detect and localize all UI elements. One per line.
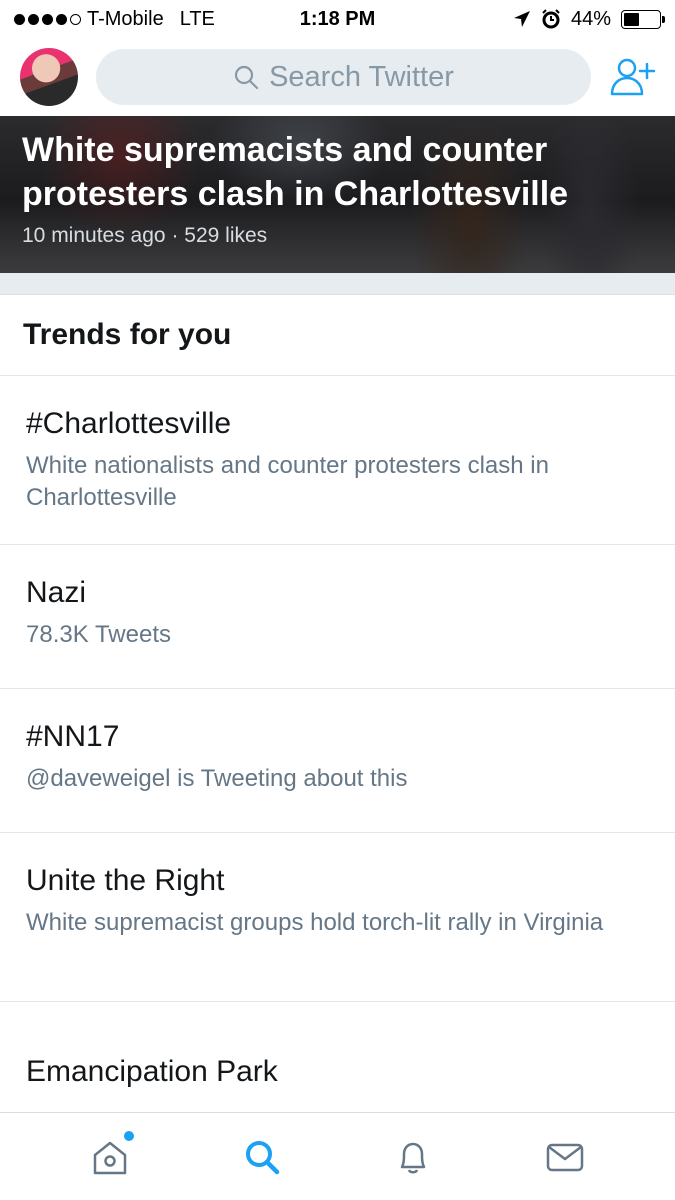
tab-home[interactable] bbox=[88, 1130, 134, 1179]
trend-name: #NN17 bbox=[26, 720, 120, 753]
trend-name: Emancipation Park bbox=[26, 1055, 278, 1088]
add-user-icon[interactable] bbox=[609, 54, 655, 100]
trend-description: White nationalists and counter protester… bbox=[26, 452, 549, 511]
trend-name: Nazi bbox=[26, 576, 87, 609]
tab-bar bbox=[0, 1112, 675, 1200]
trend-description: @daveweigel is Tweeting about this bbox=[26, 765, 408, 792]
trends-heading: Trends for you bbox=[0, 296, 675, 376]
tab-search[interactable] bbox=[240, 1135, 284, 1179]
trend-item[interactable]: Unite the Right White supremacist groups… bbox=[0, 833, 675, 1002]
status-left: T-Mobile LTE bbox=[14, 8, 215, 31]
trend-item[interactable]: #NN17 @daveweigel is Tweeting about this bbox=[0, 689, 675, 833]
location-arrow-icon bbox=[513, 11, 530, 27]
messages-icon bbox=[546, 1143, 584, 1171]
hero-title: White supremacists and counter protester… bbox=[22, 131, 569, 213]
hero-time: 10 minutes ago bbox=[22, 224, 166, 247]
search-placeholder: Search Twitter bbox=[269, 60, 454, 93]
clock: 1:18 PM bbox=[299, 7, 376, 30]
news-hero-card[interactable]: White supremacists and counter protester… bbox=[0, 116, 675, 273]
section-divider bbox=[0, 273, 675, 295]
tab-notifications[interactable] bbox=[391, 1135, 435, 1179]
home-notification-dot bbox=[123, 1130, 134, 1141]
search-icon bbox=[234, 65, 259, 90]
notifications-icon bbox=[401, 1142, 426, 1173]
battery-icon bbox=[621, 9, 665, 29]
search-input[interactable]: Search Twitter bbox=[96, 49, 591, 105]
status-bar: T-Mobile LTE 1:18 PM 44% bbox=[0, 0, 675, 38]
alarm-clock-icon bbox=[542, 9, 560, 29]
search-icon bbox=[245, 1140, 279, 1174]
tab-messages[interactable] bbox=[543, 1135, 587, 1179]
signal-strength-icon bbox=[14, 13, 81, 25]
hero-likes: 529 likes bbox=[184, 224, 268, 247]
trend-description: White supremacist groups hold torch-lit … bbox=[26, 909, 604, 936]
network-type: LTE bbox=[179, 7, 215, 30]
trend-item[interactable]: Nazi 78.3K Tweets bbox=[0, 545, 675, 689]
trend-description: 78.3K Tweets bbox=[26, 621, 171, 648]
avatar[interactable] bbox=[20, 48, 78, 106]
trend-name: #Charlottesville bbox=[26, 407, 232, 440]
hero-meta: 10 minutes ago · 529 likes bbox=[22, 224, 267, 248]
trend-name: Unite the Right bbox=[26, 864, 225, 897]
battery-fill bbox=[624, 12, 639, 26]
status-right: 44% bbox=[513, 7, 665, 31]
search-header: Search Twitter bbox=[0, 38, 675, 116]
hero-separator: · bbox=[171, 224, 179, 247]
trend-item[interactable]: #Charlottesville White nationalists and … bbox=[0, 376, 675, 545]
battery-percent: 44% bbox=[570, 7, 611, 30]
carrier-name: T-Mobile bbox=[87, 7, 164, 30]
trend-item[interactable]: Emancipation Park bbox=[0, 1002, 675, 1112]
home-icon bbox=[93, 1141, 127, 1174]
